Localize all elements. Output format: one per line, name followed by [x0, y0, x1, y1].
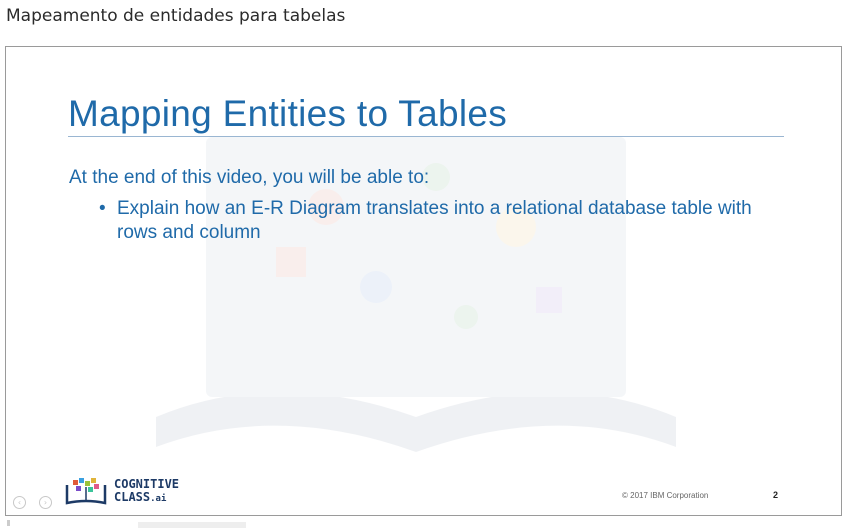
bullet-dot-icon: • — [99, 198, 106, 219]
slide-page-number: 2 — [773, 490, 779, 500]
copyright-text: © 2017 IBM Corporation — [622, 491, 709, 500]
page-heading: Mapeamento de entidades para tabelas — [6, 6, 346, 26]
slide: Mapping Entities to Tables At the end of… — [5, 46, 842, 516]
chevron-right-icon[interactable]: › — [39, 496, 52, 509]
cognitive-class-logo-icon — [65, 478, 107, 505]
slide-title: Mapping Entities to Tables — [68, 93, 508, 134]
cognitive-class-logo: COGNITIVE CLASS.ai — [64, 477, 179, 507]
chevron-left-icon[interactable]: ‹ — [13, 496, 26, 509]
bottom-bar-marker — [7, 520, 10, 526]
bullet-text: Explain how an E-R Diagram translates in… — [117, 198, 752, 243]
logo-line-2: CLASS.ai — [114, 490, 167, 505]
logo-wordmark: COGNITIVE CLASS.ai — [114, 478, 179, 506]
slide-intro: At the end of this video, you will be ab… — [69, 167, 430, 188]
title-divider — [68, 136, 784, 137]
bottom-toolbar-strip — [138, 522, 246, 528]
bullet-item: • Explain how an E-R Diagram translates … — [99, 197, 779, 245]
